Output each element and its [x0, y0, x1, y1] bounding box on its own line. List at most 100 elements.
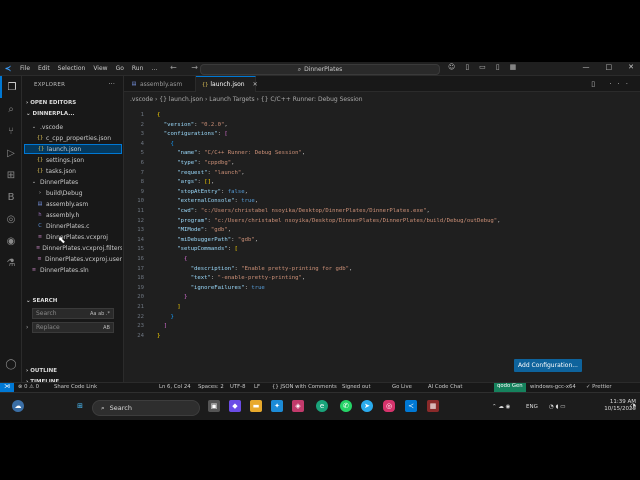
editor-actions[interactable]: ▯ ··· [591, 80, 634, 88]
vscode-taskbar-icon[interactable]: ≺ [405, 400, 417, 412]
line-number: 4 [140, 140, 144, 147]
encoding[interactable]: UTF-8 [230, 384, 245, 390]
explorer-icon[interactable]: ❐ [0, 76, 22, 98]
tree-item[interactable]: {} settings.json [24, 155, 122, 165]
problems-count[interactable]: ⊗ 0 ⚠ 0 [18, 384, 39, 390]
menu-edit[interactable]: Edit [34, 65, 54, 72]
source-control-icon[interactable]: ⑂ [0, 120, 22, 142]
outline-header[interactable]: › OUTLINE [26, 368, 57, 374]
add-configuration-button[interactable]: Add Configuration... [514, 359, 582, 372]
tree-item[interactable]: ≡ DinnerPlates.vcxproj.filters [24, 243, 122, 253]
close-tab-icon[interactable]: ✕ [253, 81, 258, 88]
input-language[interactable]: ENG [526, 404, 538, 410]
network-volume-battery-icons[interactable]: ◔ ◖ ▭ [549, 404, 565, 410]
replace-all-option[interactable]: AB [103, 325, 110, 331]
toggle-panel-icon[interactable]: ▭ [479, 63, 486, 71]
account-status[interactable]: Signed out [342, 384, 371, 390]
ai-code-chat[interactable]: AI Code Chat [428, 384, 463, 390]
more-actions-icon[interactable]: ··· [108, 80, 115, 88]
search-view-icon[interactable]: ⌕ [0, 98, 22, 120]
indentation[interactable]: Spaces: 2 [198, 384, 224, 390]
remote-explorer-icon[interactable]: ◎ [0, 208, 22, 230]
build-target[interactable]: windows-gcc-x64 [530, 384, 576, 390]
edge-browser-icon[interactable]: e [316, 400, 328, 412]
menu-file[interactable]: File [16, 65, 34, 72]
open-editors-header[interactable]: › OPEN EDITORS [26, 100, 76, 106]
instagram-icon[interactable]: ◎ [383, 400, 395, 412]
line-number: 21 [137, 304, 144, 310]
toggle-sidebar-icon[interactable]: ▯ [465, 63, 469, 71]
tree-item-label: assembly.h [46, 211, 80, 219]
close-button[interactable]: ✕ [628, 63, 634, 71]
tree-item[interactable]: ⌄ DinnerPlates [24, 177, 122, 187]
blackbox-icon[interactable]: B [0, 186, 22, 208]
go-live-button[interactable]: Go Live [392, 384, 412, 390]
file-explorer-icon[interactable]: ▬ [250, 400, 262, 412]
menu-view[interactable]: View [89, 65, 111, 72]
menu-go[interactable]: Go [112, 65, 128, 72]
menu-run[interactable]: Run [128, 65, 148, 72]
command-center[interactable]: ⌕ DinnerPlates [200, 64, 440, 75]
code-editor[interactable]: 1 {2 "version": "0.2.0", 3 "configurations… [124, 106, 640, 407]
teams-icon[interactable]: ◆ [229, 400, 241, 412]
extensions-icon[interactable]: ⊞ [0, 164, 22, 186]
qodo-icon[interactable]: ◉ [0, 230, 22, 252]
notifications-icon[interactable]: ◔ [630, 402, 636, 410]
testing-icon[interactable]: ⚗ [0, 252, 22, 274]
minimize-button[interactable]: — [583, 63, 590, 71]
tree-item[interactable]: {} tasks.json [24, 166, 122, 176]
tree-item[interactable]: ≡ DinnerPlates.vcxproj.user [24, 254, 122, 264]
app-taskbar-icon[interactable]: ▦ [427, 400, 439, 412]
toggle-replace-icon[interactable]: › [26, 324, 28, 331]
tree-item[interactable]: ≡ DinnerPlates.vcxproj [24, 232, 122, 242]
copilot-app-icon[interactable]: ✦ [271, 400, 283, 412]
weather-icon[interactable]: ☁ [12, 400, 24, 412]
line-endings[interactable]: LF [254, 384, 260, 390]
search-input[interactable]: Search Aa ab .* [32, 308, 114, 319]
tree-item[interactable]: ≡ DinnerPlates.sln [24, 265, 122, 275]
task-view-icon[interactable]: ▣ [208, 400, 220, 412]
line-number: 22 [137, 313, 144, 320]
sln-file-icon: ≡ [37, 256, 42, 262]
copilot-icon[interactable]: ☺ [448, 63, 455, 71]
media-app-icon[interactable]: ◈ [292, 400, 304, 412]
line-number: 7 [140, 169, 144, 176]
toggle-secondary-sidebar-icon[interactable]: ▯ [496, 63, 500, 71]
language-mode[interactable]: {} JSON with Comments [272, 384, 337, 390]
tab-assembly-asm[interactable]: ▤ assembly.asm [124, 76, 196, 92]
system-tray-icons[interactable]: ⌃ ☁ ◉ [492, 404, 510, 410]
breadcrumb[interactable]: .vscode › {} launch.json › Launch Target… [130, 96, 363, 103]
tab-launch-json[interactable]: {} launch.json ✕ [196, 76, 258, 92]
tree-item[interactable]: ▤ assembly.asm [24, 199, 122, 209]
code-line: { [170, 140, 174, 147]
maximize-button[interactable]: □ [606, 63, 613, 71]
search-header[interactable]: ⌄ SEARCH [26, 298, 57, 304]
prettier-status[interactable]: ✓ Prettier [586, 384, 612, 390]
explorer-sidebar: EXPLORER ··· › OPEN EDITORS ⌄ DINNERPLA.… [22, 76, 124, 407]
tree-item[interactable]: C DinnerPlates.c [24, 221, 122, 231]
tree-item[interactable]: {} c_cpp_properties.json [24, 133, 122, 143]
search-options[interactable]: Aa ab .* [90, 311, 110, 317]
windows-start-icon[interactable]: ⊞ [74, 400, 86, 412]
telegram-icon[interactable]: ➤ [361, 400, 373, 412]
account-icon[interactable]: ◯ [0, 353, 22, 375]
nav-back-forward[interactable]: ← → [170, 63, 204, 72]
replace-input[interactable]: Replace AB [32, 322, 114, 333]
tree-item[interactable]: h assembly.h [24, 210, 122, 220]
code-line: "name": "C/C++ Runner: Debug Session", [177, 150, 306, 157]
qodo-gen-status[interactable]: qodo Gen [494, 383, 526, 392]
taskbar-search[interactable]: ⌕ Search [92, 400, 200, 416]
customize-layout-icon[interactable]: ▦ [510, 63, 517, 71]
run-debug-icon[interactable]: ▷ [0, 142, 22, 164]
share-code-link[interactable]: Share Code Link [54, 384, 97, 390]
menu-selection[interactable]: Selection [54, 65, 90, 72]
whatsapp-icon[interactable]: ✆ [340, 400, 352, 412]
project-folder-header[interactable]: ⌄ DINNERPLA... [26, 111, 75, 117]
tree-item[interactable]: {} launch.json [24, 144, 122, 154]
tree-item-label: settings.json [46, 156, 85, 164]
tree-item[interactable]: › build\Debug [24, 188, 122, 198]
line-number: 12 [137, 217, 144, 224]
tree-item[interactable]: ⌄ .vscode [24, 122, 122, 132]
cursor-position[interactable]: Ln 6, Col 24 [159, 384, 191, 390]
menu-more[interactable]: … [147, 65, 161, 72]
